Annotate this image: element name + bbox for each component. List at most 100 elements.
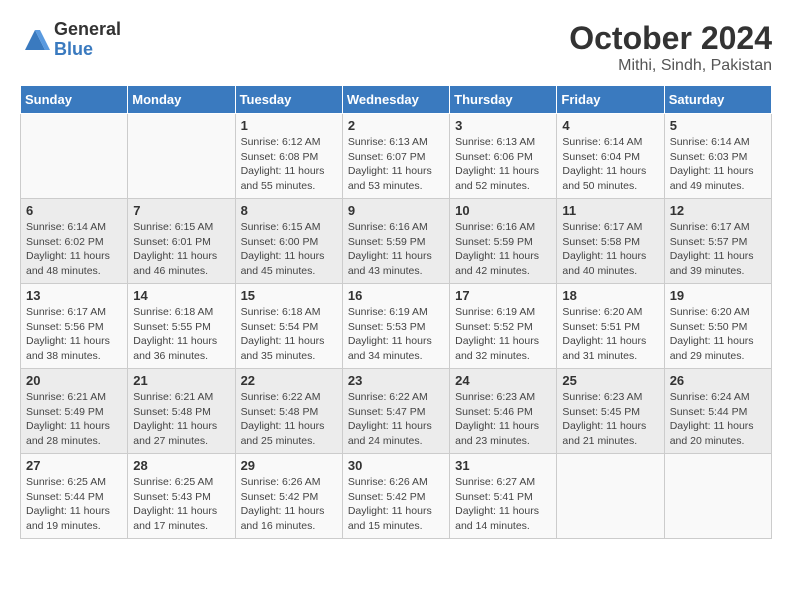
day-cell: 15Sunrise: 6:18 AM Sunset: 5:54 PM Dayli… <box>235 284 342 369</box>
day-info: Sunrise: 6:22 AM Sunset: 5:48 PM Dayligh… <box>241 390 337 449</box>
day-cell: 17 Sunrise: 6:19 AM Sunset: 5:52 PM Dayli… <box>450 284 557 369</box>
day-cell: 27Sunrise: 6:25 AM Sunset: 5:44 PM Dayli… <box>21 454 128 539</box>
day-info: Sunrise: 6:18 AM Sunset: 5:55 PM Dayligh… <box>133 305 229 364</box>
day-cell: 28Sunrise: 6:25 AM Sunset: 5:43 PM Dayli… <box>128 454 235 539</box>
day-info: Sunrise: 6:19 AM Sunset: 5:52 PM Dayligh… <box>455 305 551 364</box>
day-info: Sunrise: 6:26 AM Sunset: 5:42 PM Dayligh… <box>241 475 337 534</box>
day-cell <box>21 114 128 199</box>
day-header-sunday: Sunday <box>21 86 128 114</box>
day-header-monday: Monday <box>128 86 235 114</box>
day-info: Sunrise: 6:12 AM Sunset: 6:08 PM Dayligh… <box>241 135 337 194</box>
day-cell <box>128 114 235 199</box>
day-cell: 30 Sunrise: 6:26 AM Sunset: 5:42 PM Dayli… <box>342 454 449 539</box>
day-info: Sunrise: 6:17 AM Sunset: 5:56 PM Dayligh… <box>26 305 122 364</box>
day-info: Sunrise: 6:25 AM Sunset: 5:44 PM Dayligh… <box>26 475 122 534</box>
day-info: Sunrise: 6:17 AM Sunset: 5:57 PM Dayligh… <box>670 220 766 279</box>
day-info: Sunrise: 6:27 AM Sunset: 5:41 PM Dayligh… <box>455 475 551 534</box>
day-number: 20 <box>26 373 122 388</box>
day-cell: 16Sunrise: 6:19 AM Sunset: 5:53 PM Dayli… <box>342 284 449 369</box>
day-info: Sunrise: 6:14 AM Sunset: 6:04 PM Dayligh… <box>562 135 658 194</box>
day-number: 16 <box>348 288 444 303</box>
day-cell: 19 Sunrise: 6:20 AM Sunset: 5:50 PM Dayli… <box>664 284 771 369</box>
day-number: 4 <box>562 118 658 133</box>
day-header-saturday: Saturday <box>664 86 771 114</box>
day-cell: 14 Sunrise: 6:18 AM Sunset: 5:55 PM Dayli… <box>128 284 235 369</box>
day-cell: 1 Sunrise: 6:12 AM Sunset: 6:08 PM Daylig… <box>235 114 342 199</box>
day-cell: 18 Sunrise: 6:20 AM Sunset: 5:51 PM Dayli… <box>557 284 664 369</box>
day-number: 24 <box>455 373 551 388</box>
day-cell <box>557 454 664 539</box>
day-info: Sunrise: 6:17 AM Sunset: 5:58 PM Dayligh… <box>562 220 658 279</box>
calendar-header: SundayMondayTuesdayWednesdayThursdayFrid… <box>21 86 772 114</box>
day-number: 28 <box>133 458 229 473</box>
day-number: 2 <box>348 118 444 133</box>
day-number: 5 <box>670 118 766 133</box>
day-cell: 10Sunrise: 6:16 AM Sunset: 5:59 PM Dayli… <box>450 199 557 284</box>
day-cell: 6Sunrise: 6:14 AM Sunset: 6:02 PM Daylig… <box>21 199 128 284</box>
day-cell: 7 Sunrise: 6:15 AM Sunset: 6:01 PM Daylig… <box>128 199 235 284</box>
day-cell <box>664 454 771 539</box>
week-row-3: 13 Sunrise: 6:17 AM Sunset: 5:56 PM Dayli… <box>21 284 772 369</box>
week-row-2: 6Sunrise: 6:14 AM Sunset: 6:02 PM Daylig… <box>21 199 772 284</box>
day-info: Sunrise: 6:21 AM Sunset: 5:49 PM Dayligh… <box>26 390 122 449</box>
calendar-body: 1 Sunrise: 6:12 AM Sunset: 6:08 PM Daylig… <box>21 114 772 539</box>
day-info: Sunrise: 6:14 AM Sunset: 6:02 PM Dayligh… <box>26 220 122 279</box>
day-number: 19 <box>670 288 766 303</box>
day-cell: 23 Sunrise: 6:22 AM Sunset: 5:47 PM Dayli… <box>342 369 449 454</box>
day-cell: 9 Sunrise: 6:16 AM Sunset: 5:59 PM Daylig… <box>342 199 449 284</box>
day-info: Sunrise: 6:20 AM Sunset: 5:50 PM Dayligh… <box>670 305 766 364</box>
day-number: 7 <box>133 203 229 218</box>
day-number: 8 <box>241 203 337 218</box>
day-number: 31 <box>455 458 551 473</box>
day-cell: 25 Sunrise: 6:23 AM Sunset: 5:45 PM Dayli… <box>557 369 664 454</box>
week-row-5: 27Sunrise: 6:25 AM Sunset: 5:44 PM Dayli… <box>21 454 772 539</box>
day-cell: 22 Sunrise: 6:22 AM Sunset: 5:48 PM Dayli… <box>235 369 342 454</box>
day-number: 22 <box>241 373 337 388</box>
day-number: 17 <box>455 288 551 303</box>
header-row: SundayMondayTuesdayWednesdayThursdayFrid… <box>21 86 772 114</box>
day-number: 23 <box>348 373 444 388</box>
day-cell: 13 Sunrise: 6:17 AM Sunset: 5:56 PM Dayli… <box>21 284 128 369</box>
day-info: Sunrise: 6:13 AM Sunset: 6:07 PM Dayligh… <box>348 135 444 194</box>
day-cell: 11 Sunrise: 6:17 AM Sunset: 5:58 PM Dayli… <box>557 199 664 284</box>
day-info: Sunrise: 6:15 AM Sunset: 6:01 PM Dayligh… <box>133 220 229 279</box>
day-info: Sunrise: 6:16 AM Sunset: 5:59 PM Dayligh… <box>348 220 444 279</box>
day-cell: 20 Sunrise: 6:21 AM Sunset: 5:49 PM Dayli… <box>21 369 128 454</box>
day-number: 13 <box>26 288 122 303</box>
day-cell: 26Sunrise: 6:24 AM Sunset: 5:44 PM Dayli… <box>664 369 771 454</box>
day-number: 10 <box>455 203 551 218</box>
day-cell: 29 Sunrise: 6:26 AM Sunset: 5:42 PM Dayli… <box>235 454 342 539</box>
day-number: 25 <box>562 373 658 388</box>
day-cell: 3Sunrise: 6:13 AM Sunset: 6:06 PM Daylig… <box>450 114 557 199</box>
day-header-thursday: Thursday <box>450 86 557 114</box>
logo: General Blue <box>20 20 121 60</box>
week-row-4: 20 Sunrise: 6:21 AM Sunset: 5:49 PM Dayli… <box>21 369 772 454</box>
day-cell: 4 Sunrise: 6:14 AM Sunset: 6:04 PM Daylig… <box>557 114 664 199</box>
day-header-friday: Friday <box>557 86 664 114</box>
day-cell: 8Sunrise: 6:15 AM Sunset: 6:00 PM Daylig… <box>235 199 342 284</box>
location-title: Mithi, Sindh, Pakistan <box>569 57 772 75</box>
day-number: 18 <box>562 288 658 303</box>
logo-icon <box>20 25 50 55</box>
day-info: Sunrise: 6:14 AM Sunset: 6:03 PM Dayligh… <box>670 135 766 194</box>
day-number: 11 <box>562 203 658 218</box>
day-number: 26 <box>670 373 766 388</box>
logo-text: General Blue <box>54 20 121 60</box>
day-cell: 12 Sunrise: 6:17 AM Sunset: 5:57 PM Dayli… <box>664 199 771 284</box>
day-number: 1 <box>241 118 337 133</box>
day-number: 29 <box>241 458 337 473</box>
day-number: 12 <box>670 203 766 218</box>
day-cell: 5 Sunrise: 6:14 AM Sunset: 6:03 PM Daylig… <box>664 114 771 199</box>
day-number: 15 <box>241 288 337 303</box>
day-number: 9 <box>348 203 444 218</box>
day-info: Sunrise: 6:23 AM Sunset: 5:46 PM Dayligh… <box>455 390 551 449</box>
day-info: Sunrise: 6:23 AM Sunset: 5:45 PM Dayligh… <box>562 390 658 449</box>
page-header: General Blue October 2024 Mithi, Sindh, … <box>20 20 772 75</box>
day-header-tuesday: Tuesday <box>235 86 342 114</box>
day-cell: 2 Sunrise: 6:13 AM Sunset: 6:07 PM Daylig… <box>342 114 449 199</box>
day-info: Sunrise: 6:26 AM Sunset: 5:42 PM Dayligh… <box>348 475 444 534</box>
day-number: 14 <box>133 288 229 303</box>
day-info: Sunrise: 6:22 AM Sunset: 5:47 PM Dayligh… <box>348 390 444 449</box>
day-info: Sunrise: 6:20 AM Sunset: 5:51 PM Dayligh… <box>562 305 658 364</box>
day-number: 30 <box>348 458 444 473</box>
